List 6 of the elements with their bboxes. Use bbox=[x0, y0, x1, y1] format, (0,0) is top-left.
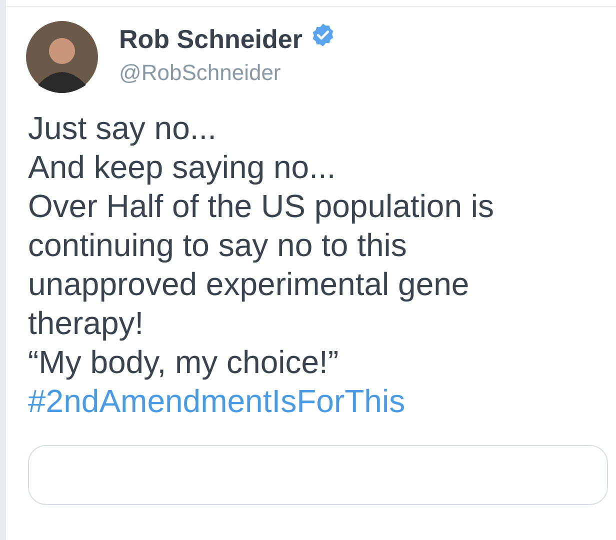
tweet-text: Just say no... And keep saying no... Over Half of the US population is continuing to say no to this unapproved experimental gene therapy! “My body, my choice!” #2ndAmendmentIsForThis bbox=[28, 109, 496, 421]
link-preview-card[interactable] bbox=[28, 445, 608, 505]
hashtag-link[interactable]: #2ndAmendmentIsForThis bbox=[28, 383, 406, 419]
author-name: Rob Schneider bbox=[119, 23, 302, 55]
author-handle: @RobSchneider bbox=[119, 59, 282, 87]
avatar bbox=[26, 21, 98, 93]
